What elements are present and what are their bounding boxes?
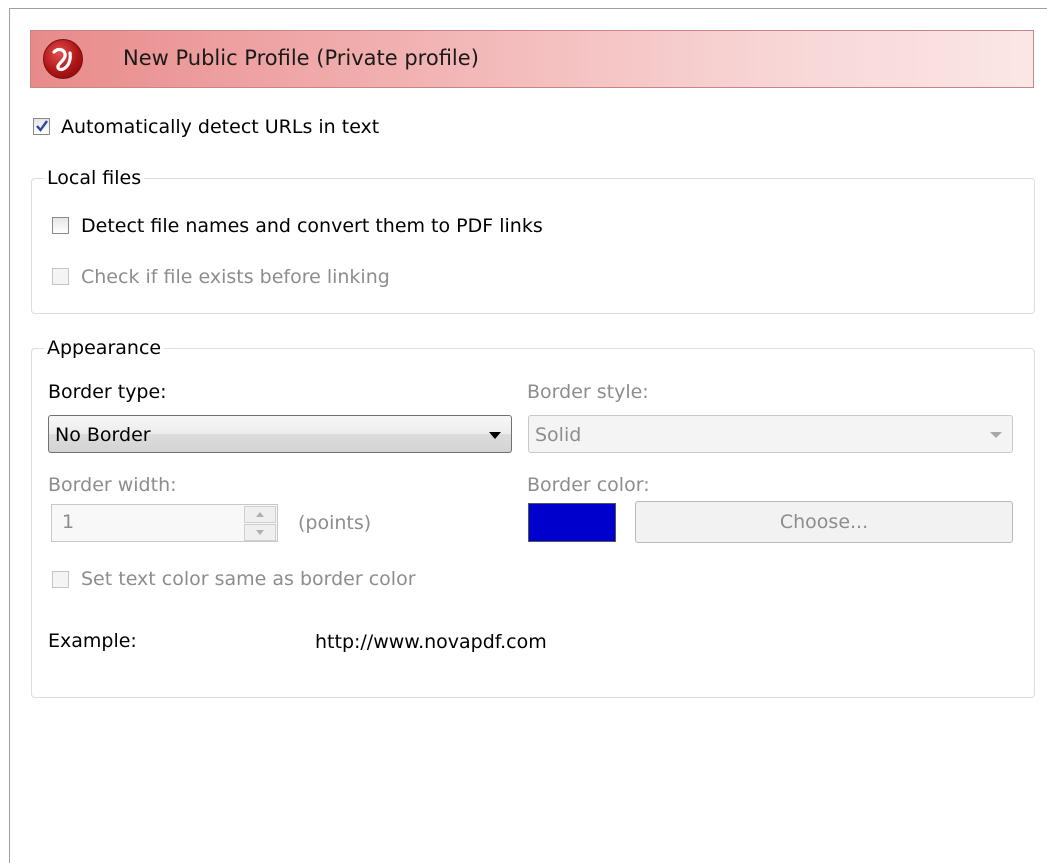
border-width-unit: (points) [298, 512, 372, 534]
border-color-label: Border color: [527, 474, 650, 496]
detect-file-names-label[interactable]: Detect file names and convert them to PD… [81, 215, 543, 237]
local-files-group-title: Local files [44, 167, 145, 189]
border-width-label: Border width: [48, 474, 177, 496]
profile-header-banner: New Public Profile (Private profile) [30, 30, 1034, 88]
example-label: Example: [48, 630, 137, 652]
appearance-group-title: Appearance [44, 337, 165, 359]
same-text-color-checkbox[interactable] [52, 571, 69, 588]
border-style-value: Solid [535, 424, 582, 446]
example-url: http://www.novapdf.com [315, 631, 547, 653]
arrow-up-icon [256, 512, 264, 517]
chevron-down-icon [489, 432, 501, 439]
border-type-select[interactable]: No Border [48, 415, 512, 453]
profile-title: New Public Profile (Private profile) [123, 46, 479, 70]
checkmark-icon [36, 120, 48, 132]
novapdf-logo-icon [43, 39, 83, 79]
border-style-select[interactable]: Solid [528, 415, 1013, 453]
spin-down-button[interactable] [244, 524, 276, 541]
check-file-exists-label[interactable]: Check if file exists before linking [81, 266, 390, 288]
border-type-label: Border type: [48, 381, 167, 403]
choose-color-button[interactable]: Choose... [635, 501, 1013, 543]
auto-detect-urls-label[interactable]: Automatically detect URLs in text [61, 116, 379, 138]
same-text-color-label[interactable]: Set text color same as border color [81, 568, 416, 590]
border-type-value: No Border [55, 424, 151, 446]
border-style-label: Border style: [527, 381, 649, 403]
auto-detect-urls-checkbox[interactable] [33, 118, 50, 135]
check-file-exists-checkbox[interactable] [52, 268, 69, 285]
arrow-down-icon [256, 530, 264, 535]
border-width-spinner[interactable]: 1 [51, 504, 278, 542]
local-files-group [31, 178, 1035, 314]
border-width-value: 1 [62, 511, 75, 533]
spin-up-button[interactable] [244, 506, 276, 523]
detect-file-names-checkbox[interactable] [52, 217, 69, 234]
border-color-swatch [528, 503, 616, 542]
chevron-down-icon [990, 432, 1002, 438]
